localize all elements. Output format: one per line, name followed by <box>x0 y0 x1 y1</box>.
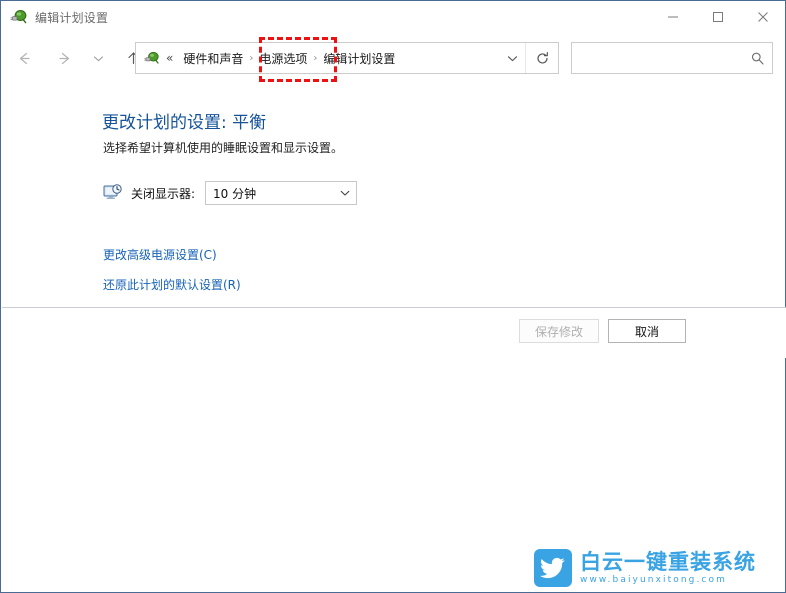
forward-arrow-icon <box>58 52 69 64</box>
address-bar[interactable]: « 硬件和声音 › 电源选项 › 编辑计划设置 <box>135 42 559 74</box>
watermark-url: www.baiyunxitong.com <box>580 574 727 585</box>
back-button[interactable] <box>9 43 39 73</box>
back-arrow-icon <box>19 52 30 64</box>
power-plug-icon <box>10 8 28 26</box>
page-subtitle: 选择希望计算机使用的睡眠设置和显示设置。 <box>103 141 344 155</box>
search-icon[interactable] <box>742 43 772 73</box>
window-controls <box>650 1 785 33</box>
turn-off-display-value: 10 分钟 <box>213 186 257 201</box>
search-input[interactable] <box>572 43 742 73</box>
close-button[interactable] <box>740 1 785 33</box>
title-bar: 编辑计划设置 <box>1 1 785 33</box>
cancel-button[interactable]: 取消 <box>608 319 686 343</box>
turn-off-display-setting-row: 关闭显示器: 10 分钟 <box>103 181 358 205</box>
breadcrumb-item-hardware-and-sound[interactable]: 硬件和声音 <box>179 47 247 70</box>
watermark-brand: 白云一键重装系统 <box>580 549 756 574</box>
breadcrumb-separator: › <box>313 52 318 64</box>
maximize-icon <box>712 12 723 22</box>
close-icon <box>757 12 768 22</box>
address-dropdown-button[interactable] <box>499 43 525 73</box>
change-advanced-power-settings-link[interactable]: 更改高级电源设置(C) <box>103 246 217 263</box>
turn-off-display-label: 关闭显示器: <box>131 186 196 201</box>
monitor-clock-icon <box>103 184 123 202</box>
maximize-button[interactable] <box>695 1 740 33</box>
main-content: 更改计划的设置: 平衡 选择希望计算机使用的睡眠设置和显示设置。 关闭显示器: … <box>2 83 784 307</box>
breadcrumb-separator: › <box>249 52 254 64</box>
chevron-down-icon <box>507 55 517 61</box>
restore-default-settings-link[interactable]: 还原此计划的默认设置(R) <box>103 276 241 293</box>
search-box[interactable] <box>571 42 773 74</box>
refresh-button[interactable] <box>525 43 558 73</box>
power-plug-icon <box>144 50 160 66</box>
recent-locations-button[interactable] <box>87 43 109 73</box>
control-panel-window: 编辑计划设置 « 硬件和声音 › 电源选项 › 编辑计划设置 更改计划的设置: … <box>0 0 786 593</box>
breadcrumb-item-power-options[interactable]: 电源选项 <box>255 47 311 70</box>
watermark-texts: 白云一键重装系统 www.baiyunxitong.com <box>580 549 756 586</box>
watermark: 白云一键重装系统 www.baiyunxitong.com <box>534 549 777 587</box>
turn-off-display-select[interactable]: 10 分钟 <box>205 181 358 205</box>
minimize-button[interactable] <box>650 1 695 33</box>
window-title: 编辑计划设置 <box>35 10 109 25</box>
breadcrumb-item-edit-plan-settings[interactable]: 编辑计划设置 <box>319 47 399 70</box>
bird-logo-icon <box>534 549 572 587</box>
breadcrumb-overflow[interactable]: « <box>166 52 173 64</box>
chevron-down-icon[interactable] <box>334 182 356 204</box>
save-changes-button[interactable]: 保存修改 <box>519 319 599 343</box>
minimize-icon <box>667 16 678 18</box>
action-button-bar: 保存修改 取消 <box>2 308 786 358</box>
chevron-down-icon <box>93 55 103 61</box>
page-title: 更改计划的设置: 平衡 <box>102 113 267 133</box>
forward-button[interactable] <box>49 43 79 73</box>
refresh-icon <box>536 51 548 64</box>
